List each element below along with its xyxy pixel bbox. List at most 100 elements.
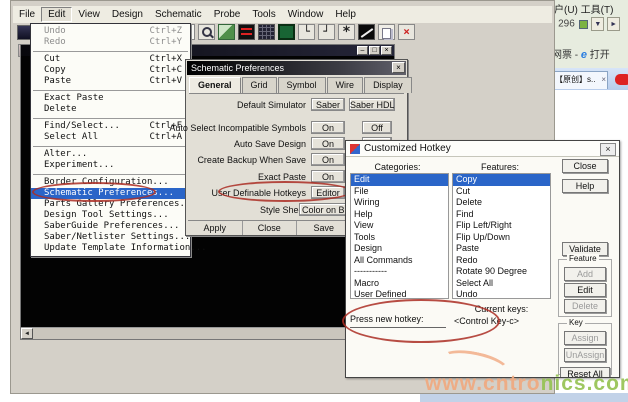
gear-icon[interactable]: * [338, 24, 355, 40]
browser-menu-text[interactable]: 户(U) 工具(T) [554, 1, 613, 16]
edit-menu-item[interactable]: Find/Select... Ctrl+F [31, 121, 190, 132]
minimize-icon[interactable]: – [357, 46, 368, 55]
browser-toolbar[interactable]: 网票 - e 打开 [552, 46, 610, 61]
edit-menu-item[interactable]: Experiment... [31, 160, 190, 171]
grid-icon[interactable] [258, 24, 275, 40]
edit-menu-item[interactable]: Cut Ctrl+X [31, 54, 190, 65]
menu-bar-item[interactable]: File [13, 8, 41, 21]
wire-corner-up-icon[interactable]: └ [298, 24, 315, 40]
footer-button[interactable]: Close [243, 221, 298, 235]
edit-menu-item[interactable]: Paste Ctrl+V [31, 76, 190, 87]
horizontal-scrollbar[interactable]: ◄ ► [21, 327, 394, 339]
menu-item-shortcut: Ctrl+Y [149, 37, 182, 48]
pen-icon[interactable] [358, 24, 375, 40]
menu-item-label: Alter... [44, 149, 87, 159]
browser-address-bar[interactable]: - 296 ▼ ► [552, 17, 620, 37]
edit-menu-item[interactable]: Exact Paste [31, 93, 190, 104]
feature-item[interactable]: Flip Left/Right [453, 220, 550, 232]
preferences-tab[interactable]: Display [364, 77, 412, 93]
categories-list[interactable]: EditFileWiringHelpViewToolsDesignAll Com… [350, 173, 449, 299]
saber-button[interactable]: Saber [311, 98, 345, 111]
menu-bar-item[interactable]: Window [282, 8, 330, 21]
footer-button[interactable]: Save [297, 221, 352, 235]
sheets-icon[interactable] [218, 24, 235, 40]
canvas-icon[interactable] [278, 24, 295, 40]
off-button[interactable]: Off [362, 121, 392, 134]
preferences-tab[interactable]: Grid [242, 77, 277, 93]
delete-tool-icon[interactable]: × [398, 24, 415, 40]
menu-bar-item[interactable]: Help [329, 8, 362, 21]
address-go-button[interactable]: ► [607, 17, 620, 31]
scroll-left-icon[interactable]: ◄ [21, 328, 33, 339]
edit-menu-item[interactable]: Alter... [31, 149, 190, 160]
close-icon[interactable]: × [392, 62, 405, 73]
feature-item[interactable]: Paste [453, 243, 550, 255]
feature-item[interactable]: Rotate 90 Degree [453, 266, 550, 278]
on-button[interactable]: On [311, 170, 345, 183]
category-item[interactable]: User Defined [351, 289, 448, 299]
close-icon[interactable]: × [381, 46, 392, 55]
preferences-tab[interactable]: General [189, 77, 241, 93]
on-button[interactable]: On [311, 137, 345, 150]
category-item[interactable]: All Commands [351, 255, 448, 267]
edit-menu-item[interactable]: Redo Ctrl+Y [31, 37, 190, 48]
menu-bar-item[interactable]: Schematic [149, 8, 208, 21]
tab-close-icon[interactable]: × [601, 72, 606, 88]
feature-item[interactable]: Flip Up/Down [453, 232, 550, 244]
edit-menu-item[interactable]: SaberGuide Preferences... [31, 221, 190, 232]
on-button[interactable]: On [311, 153, 345, 166]
menu-bar-item[interactable]: Probe [208, 8, 247, 21]
help-button[interactable]: Help [562, 179, 608, 193]
category-item[interactable]: ----------- [351, 266, 448, 278]
preferences-tab[interactable]: Symbol [278, 77, 326, 93]
edit-menu-item[interactable]: Saber/Netlister Settings... [31, 232, 190, 243]
close-icon[interactable]: × [600, 143, 616, 156]
waveform-icon[interactable] [238, 24, 255, 40]
zoom-icon[interactable] [198, 24, 215, 40]
delete-button[interactable]: Delete [564, 299, 606, 313]
watermark: www.cntronics.com [425, 372, 628, 396]
close-button[interactable]: Close [562, 159, 608, 173]
category-item[interactable]: Wiring [351, 197, 448, 209]
preferences-tab[interactable]: Wire [327, 77, 364, 93]
assign-button[interactable]: Assign [564, 331, 606, 345]
category-item[interactable]: Edit [351, 174, 448, 186]
menu-bar-item[interactable]: Tools [246, 8, 281, 21]
category-item[interactable]: Design [351, 243, 448, 255]
category-item[interactable]: View [351, 220, 448, 232]
address-dropdown-button[interactable]: ▼ [591, 17, 604, 31]
feature-item[interactable]: Redo [453, 255, 550, 267]
category-item[interactable]: Help [351, 209, 448, 221]
feature-item[interactable]: Cut [453, 186, 550, 198]
edit-button[interactable]: Edit [564, 283, 606, 297]
menu-bar-item[interactable]: Design [106, 8, 149, 21]
browser-tab[interactable]: 【原创】s.. × [552, 71, 608, 89]
features-list[interactable]: CopyCutDeleteFindFlip Left/RightFlip Up/… [452, 173, 551, 299]
feature-item[interactable]: Undo [453, 289, 550, 299]
menu-bar-item[interactable]: Edit [41, 7, 72, 22]
wire-corner-down-icon[interactable]: ┘ [318, 24, 335, 40]
on-button[interactable]: On [311, 121, 345, 134]
add-button[interactable]: Add [564, 267, 606, 281]
category-item[interactable]: Macro [351, 278, 448, 290]
edit-menu-item[interactable]: Select All Ctrl+A [31, 132, 190, 143]
edit-menu-item[interactable]: Delete [31, 104, 190, 115]
feature-item[interactable]: Copy [453, 174, 550, 186]
edit-menu-item[interactable]: Undo Ctrl+Z [31, 26, 190, 37]
unassign-button[interactable]: UnAssign [564, 348, 606, 362]
maximize-icon[interactable]: □ [369, 46, 380, 55]
edit-menu-item[interactable]: Copy Ctrl+C [31, 65, 190, 76]
category-item[interactable]: Tools [351, 232, 448, 244]
edit-menu-item[interactable]: Update Template Information... [31, 243, 190, 254]
footer-button[interactable]: Apply [188, 221, 243, 235]
menu-item-label: Saber/Netlister Settings... [44, 232, 190, 242]
feature-item[interactable]: Delete [453, 197, 550, 209]
category-item[interactable]: File [351, 186, 448, 198]
watermark-suffix: nics.com [541, 372, 628, 395]
feature-item[interactable]: Find [453, 209, 550, 221]
feature-item[interactable]: Select All [453, 278, 550, 290]
clipboard-icon[interactable] [378, 24, 395, 40]
menu-bar-item[interactable]: View [72, 8, 106, 21]
edit-menu-item[interactable]: Design Tool Settings... [31, 210, 190, 221]
saber-hdl-button[interactable]: Saber HDL [349, 98, 395, 111]
